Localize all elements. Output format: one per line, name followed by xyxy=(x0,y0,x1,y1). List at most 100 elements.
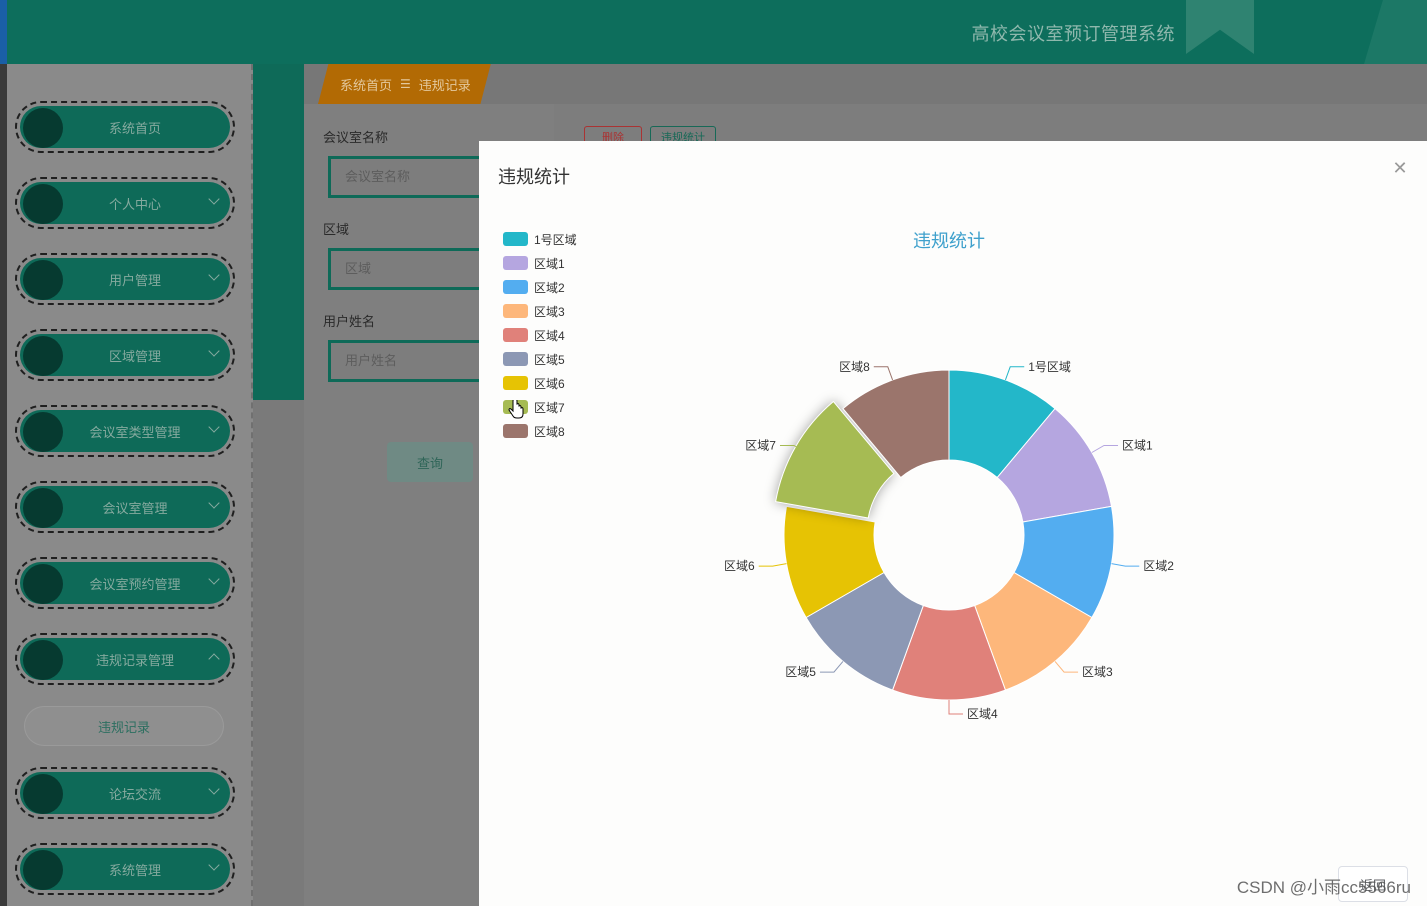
sidebar-item-label: 区域管理 xyxy=(108,348,161,364)
sidebar-item-forum[interactable]: 论坛交流 xyxy=(15,767,235,819)
legend-swatch xyxy=(503,352,528,366)
legend-swatch xyxy=(503,304,528,318)
sidebar-item-system-management[interactable]: 系统管理 xyxy=(15,843,235,895)
slice-label: 区域2 xyxy=(1143,559,1174,573)
sidebar-item-label: 会议室预约管理 xyxy=(89,576,181,592)
slice-label: 1号区域 xyxy=(1028,360,1071,374)
area-label: 区域 xyxy=(323,222,350,237)
slice-label: 区域3 xyxy=(1082,665,1113,679)
label-line xyxy=(758,563,787,567)
nav-dot-icon xyxy=(23,184,63,224)
breadcrumb-home[interactable]: 系统首页 xyxy=(340,75,392,94)
chevron-down-icon xyxy=(208,269,220,281)
sidebar-item-label: 会议室管理 xyxy=(102,500,168,516)
legend-item[interactable]: 区域2 xyxy=(503,275,577,299)
legend-item[interactable]: 区域5 xyxy=(503,347,577,371)
sidebar-item-label: 用户管理 xyxy=(108,272,161,288)
breadcrumb-bar: 系统首页 ☰ 违规记录 xyxy=(304,64,1427,104)
nav-dot-icon xyxy=(23,774,63,814)
slice-label: 区域6 xyxy=(724,559,755,573)
label-line xyxy=(1111,563,1140,567)
legend-item[interactable]: 区域4 xyxy=(503,323,577,347)
donut-chart: 1号区域区域1 区域2 区域3 区域4 区域5 区域6 区域7 区域8 xyxy=(724,360,1174,721)
sidebar-item-label: 个人中心 xyxy=(108,196,161,212)
sidebar-item-home[interactable]: 系统首页 xyxy=(15,101,235,153)
sidebar-item-label: 系统管理 xyxy=(108,862,161,878)
query-button[interactable]: 查询 xyxy=(387,442,473,482)
slice-label: 区域7 xyxy=(745,439,776,453)
window-edge xyxy=(0,0,7,64)
legend-label: 区域6 xyxy=(534,376,565,391)
legend-label: 区域4 xyxy=(534,328,565,343)
chevron-down-icon xyxy=(208,497,220,509)
top-bar: 高校会议室预订管理系统 xyxy=(0,0,1427,64)
stats-modal: 违规统计 ✕ 1号区域 区域1 区域2 区域3 区域4 区域5 区域6 区域7 区域8 违规统计… xyxy=(479,141,1427,906)
nav-dot-icon xyxy=(23,260,63,300)
slice-label: 区域1 xyxy=(1122,439,1153,453)
label-line xyxy=(1054,661,1079,673)
slice-label: 区域8 xyxy=(839,360,870,374)
chevron-down-icon xyxy=(208,421,220,433)
user-name-label: 用户姓名 xyxy=(323,314,376,329)
slice-label: 区域5 xyxy=(785,665,816,679)
chevron-up-icon xyxy=(208,653,220,665)
shard-decoration xyxy=(1364,0,1427,64)
nav-dot-icon xyxy=(23,108,63,148)
nav-dot-icon xyxy=(23,640,63,680)
chevron-down-icon xyxy=(208,193,220,205)
sidebar-item-label: 系统首页 xyxy=(108,120,161,136)
ribbon-decoration xyxy=(1186,0,1254,54)
legend-swatch xyxy=(503,376,528,390)
hand-cursor-icon xyxy=(508,400,524,419)
slice-label: 区域4 xyxy=(967,707,998,721)
legend-label: 区域2 xyxy=(534,280,565,295)
legend-item[interactable]: 1号区域 xyxy=(503,227,577,251)
label-line xyxy=(1091,445,1119,453)
legend-label: 1号区域 xyxy=(534,232,577,247)
legend-item[interactable]: 区域6 xyxy=(503,371,577,395)
legend-swatch xyxy=(503,328,528,342)
legend-label: 区域8 xyxy=(534,424,565,439)
sidebar-item-violation-management[interactable]: 违规记录管理 xyxy=(15,633,235,685)
chevron-down-icon xyxy=(208,573,220,585)
chart-title: 违规统计 xyxy=(913,231,985,251)
legend-swatch xyxy=(503,280,528,294)
legend-label: 区域1 xyxy=(534,256,565,271)
legend-item[interactable]: 区域3 xyxy=(503,299,577,323)
legend-item[interactable]: 区域8 xyxy=(503,419,577,443)
breadcrumb-current: 违规记录 xyxy=(418,77,471,93)
sidebar-item-label: 论坛交流 xyxy=(108,786,161,802)
nav-dot-icon xyxy=(23,488,63,528)
site-title: 高校会议室预订管理系统 xyxy=(971,24,1175,44)
legend-swatch xyxy=(503,232,528,246)
sidebar-item-label: 会议室类型管理 xyxy=(89,424,181,440)
breadcrumb: 系统首页 ☰ 违规记录 xyxy=(318,64,491,104)
sidebar-subitem-violation-records[interactable]: 违规记录 xyxy=(25,707,223,745)
legend-label: 区域3 xyxy=(534,304,565,319)
sidebar-item-area-management[interactable]: 区域管理 xyxy=(15,329,235,381)
sidebar-item-booking-management[interactable]: 会议室预约管理 xyxy=(15,557,235,609)
legend-swatch xyxy=(503,424,528,438)
room-name-label: 会议室名称 xyxy=(323,130,389,145)
label-line xyxy=(1004,366,1025,381)
watermark: CSDN @小雨cc5566ru xyxy=(1236,878,1411,897)
nav-dot-icon xyxy=(23,564,63,604)
nav-dot-icon xyxy=(23,336,63,376)
chevron-down-icon xyxy=(208,345,220,357)
nav-dot-icon xyxy=(23,412,63,452)
chevron-down-icon xyxy=(208,783,220,795)
label-line xyxy=(819,661,844,673)
sidebar-item-label: 违规记录管理 xyxy=(95,652,174,668)
label-line xyxy=(948,700,963,715)
sidebar-item-room-management[interactable]: 会议室管理 xyxy=(15,481,235,533)
sidebar-item-user-management[interactable]: 用户管理 xyxy=(15,253,235,305)
sidebar: 系统首页 个人中心 用户管理 区域管理 会议室类型管理 会议室管理 会议室预约管… xyxy=(7,64,253,906)
legend-swatch xyxy=(503,256,528,270)
sidebar-item-personal-center[interactable]: 个人中心 xyxy=(15,177,235,229)
legend-item[interactable]: 区域1 xyxy=(503,251,577,275)
legend-label: 区域7 xyxy=(534,400,565,415)
breadcrumb-separator-icon: ☰ xyxy=(400,77,411,91)
window-edge-left xyxy=(0,64,7,906)
sidebar-item-room-type-management[interactable]: 会议室类型管理 xyxy=(15,405,235,457)
teal-strip-decoration xyxy=(253,64,304,400)
